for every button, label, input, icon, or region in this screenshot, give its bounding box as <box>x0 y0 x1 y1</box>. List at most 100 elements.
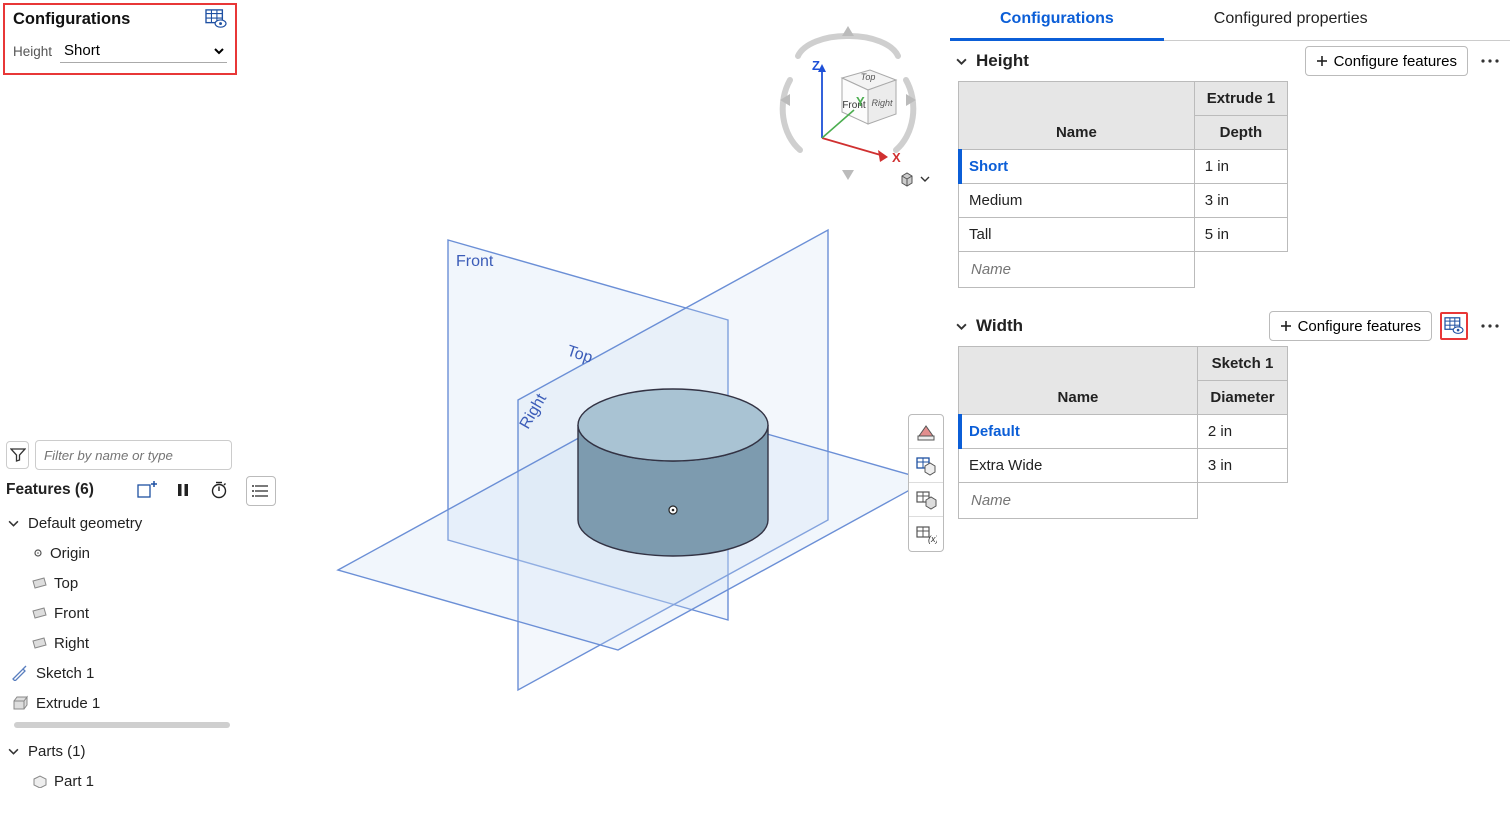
tab-configurations[interactable]: Configurations <box>950 0 1164 41</box>
tree-label: Sketch 1 <box>36 665 94 682</box>
tree-right-plane[interactable]: Right <box>6 628 238 658</box>
configure-features-label: Configure features <box>1334 53 1457 70</box>
tree-label: Front <box>54 605 89 622</box>
tree-top-plane[interactable]: Top <box>6 568 238 598</box>
stopwatch-icon[interactable] <box>206 478 232 502</box>
configurations-minipanel: Configurations Height Short <box>3 3 237 75</box>
triad-face-right: Right <box>871 98 893 108</box>
tree-label: Part 1 <box>54 773 94 790</box>
tree-extrude1[interactable]: Extrude 1 <box>6 688 238 718</box>
cell-name: Short <box>959 150 1195 184</box>
features-panel: Features (6) Default geometry Origin <box>0 436 238 830</box>
axis-y-label: Y <box>856 94 865 109</box>
configure-features-button[interactable]: Configure features <box>1305 46 1468 76</box>
tree-label: Parts (1) <box>28 743 86 760</box>
tree-label: Extrude 1 <box>36 695 100 712</box>
configurations-minipanel-title: Configurations <box>13 10 130 29</box>
tree-label: Right <box>54 635 89 652</box>
chevron-down-icon[interactable] <box>956 321 972 332</box>
table-visibility-icon[interactable] <box>1440 312 1468 340</box>
scene-planes: Front Right Top <box>278 200 938 800</box>
new-row-name-input[interactable] <box>969 491 1187 510</box>
table-row-new[interactable] <box>959 483 1288 519</box>
table-row[interactable]: Default2 in <box>959 415 1288 449</box>
cell-name: Medium <box>959 184 1195 218</box>
col-name: Name <box>959 347 1198 415</box>
plus-icon <box>1280 320 1292 332</box>
cell-value[interactable]: 2 in <box>1197 415 1287 449</box>
width-table: Name Sketch 1 Diameter Default2 in Extra… <box>958 346 1288 519</box>
section-height: Height Configure features Name Extrude 1… <box>950 41 1510 296</box>
section-title-height: Height <box>976 51 1029 71</box>
cell-name: Tall <box>959 218 1195 252</box>
tree-sketch1[interactable]: Sketch 1 <box>6 658 238 688</box>
more-menu-icon[interactable] <box>1476 47 1504 75</box>
svg-text:(x): (x) <box>928 534 937 544</box>
col-param: Diameter <box>1197 381 1287 415</box>
mini-toolbar: (x) <box>908 414 944 552</box>
table-row[interactable]: Medium3 in <box>959 184 1288 218</box>
part-icon <box>32 774 48 788</box>
tab-configured-properties[interactable]: Configured properties <box>1164 0 1418 40</box>
tree-origin[interactable]: Origin <box>6 538 238 568</box>
tree-default-geometry[interactable]: Default geometry <box>6 508 238 538</box>
tree-parts-header[interactable]: Parts (1) <box>6 736 238 766</box>
plane-label-front: Front <box>456 253 494 270</box>
col-feature: Extrude 1 <box>1194 82 1287 116</box>
more-menu-icon[interactable] <box>1476 312 1504 340</box>
plane-icon <box>32 606 48 620</box>
configure-features-button[interactable]: Configure features <box>1269 311 1432 341</box>
tool-config-variable-icon[interactable]: (x) <box>909 517 943 551</box>
cell-name: Extra Wide <box>959 449 1198 483</box>
plus-icon <box>1316 55 1328 67</box>
config-select-label: Height <box>13 44 52 59</box>
tree-part1[interactable]: Part 1 <box>6 766 238 796</box>
chevron-down-icon <box>920 175 930 183</box>
table-row[interactable]: Tall5 in <box>959 218 1288 252</box>
feature-filter-input[interactable] <box>35 440 232 470</box>
configurations-panel: Configurations Configured properties Hei… <box>950 0 1510 830</box>
tree-front-plane[interactable]: Front <box>6 598 238 628</box>
cell-value[interactable]: 3 in <box>1194 184 1287 218</box>
col-param: Depth <box>1194 116 1287 150</box>
new-row-name-input[interactable] <box>969 260 1184 279</box>
table-row[interactable]: Short1 in <box>959 150 1288 184</box>
axis-z-label: Z <box>812 58 820 73</box>
pause-icon[interactable] <box>170 478 196 502</box>
tree-label: Top <box>54 575 78 592</box>
tree-label: Default geometry <box>28 515 142 532</box>
section-title-width: Width <box>976 316 1023 336</box>
chevron-down-icon <box>8 518 22 529</box>
table-visibility-icon[interactable] <box>205 9 227 29</box>
view-triad[interactable]: Top Front Right Z X Y <box>768 20 928 190</box>
tool-config-table-icon[interactable] <box>909 449 943 483</box>
extrude-icon <box>10 695 30 711</box>
triad-face-top: Top <box>861 72 876 82</box>
chevron-down-icon[interactable] <box>956 56 972 67</box>
tool-config-part-icon[interactable] <box>909 483 943 517</box>
axis-x-label: X <box>892 150 901 165</box>
origin-icon <box>32 547 44 559</box>
toggle-tree-button[interactable] <box>246 476 276 506</box>
cell-name: Default <box>959 415 1198 449</box>
chevron-down-icon <box>8 746 22 757</box>
features-title: Features (6) <box>6 481 94 499</box>
table-row-new[interactable] <box>959 252 1288 288</box>
configure-features-label: Configure features <box>1298 318 1421 335</box>
add-feature-icon[interactable] <box>134 478 160 502</box>
table-row[interactable]: Extra Wide3 in <box>959 449 1288 483</box>
cell-value[interactable]: 1 in <box>1194 150 1287 184</box>
cell-value[interactable]: 3 in <box>1197 449 1287 483</box>
sketch-icon <box>10 665 30 681</box>
plane-icon <box>32 636 48 650</box>
col-name: Name <box>959 82 1195 150</box>
config-height-select[interactable]: Short <box>60 39 227 63</box>
cell-value[interactable]: 5 in <box>1194 218 1287 252</box>
section-width: Width Configure features Name Sketch 1 D… <box>950 306 1510 527</box>
scrollbar[interactable] <box>14 722 230 728</box>
render-mode-dropdown[interactable] <box>898 170 930 188</box>
tool-appearance-icon[interactable] <box>909 415 943 449</box>
tree-label: Origin <box>50 545 90 562</box>
filter-button[interactable] <box>6 441 29 469</box>
plane-icon <box>32 576 48 590</box>
